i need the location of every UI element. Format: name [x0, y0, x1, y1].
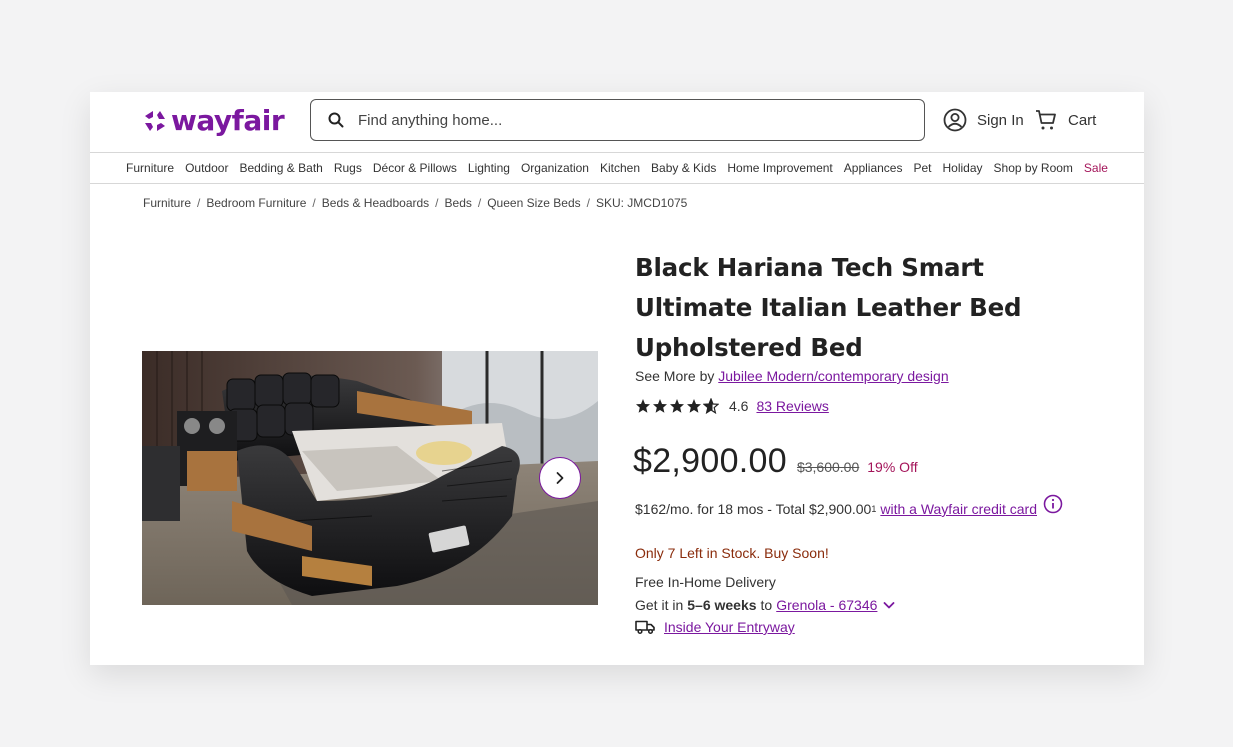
- get-it-to: to: [760, 597, 773, 613]
- nav-item-lighting[interactable]: Lighting: [468, 161, 510, 175]
- nav-item-sale[interactable]: Sale: [1084, 161, 1108, 175]
- search-icon: [328, 112, 344, 128]
- truck-icon: [635, 620, 655, 635]
- cart-icon: [1036, 110, 1056, 130]
- nav-item-appliances[interactable]: Appliances: [844, 161, 903, 175]
- chevron-down-icon[interactable]: [881, 597, 897, 613]
- see-more-by: See More by Jubilee Modern/contemporary …: [635, 368, 949, 384]
- bed-photo: [142, 351, 598, 605]
- star-icon: [636, 399, 650, 413]
- finance-text: $162/mo. for 18 mos - Total $2,900.00: [635, 501, 872, 517]
- nav-item-rugs[interactable]: Rugs: [334, 161, 362, 175]
- get-it-prefix: Get it in: [635, 597, 684, 613]
- breadcrumb-beds[interactable]: Beds: [445, 196, 472, 210]
- star-icon: [653, 399, 667, 413]
- product-page: wayfair Sign In Cart: [90, 92, 1144, 665]
- rating-value: 4.6: [729, 398, 749, 414]
- nav-item-shop-by-room[interactable]: Shop by Room: [994, 161, 1073, 175]
- reviews-link[interactable]: 83 Reviews: [756, 398, 828, 414]
- stock-warning: Only 7 Left in Stock. Buy Soon!: [635, 545, 829, 561]
- product-image[interactable]: [142, 351, 598, 605]
- nav-item-baby-kids[interactable]: Baby & Kids: [651, 161, 716, 175]
- breadcrumb-separator: /: [477, 196, 482, 210]
- breadcrumb-separator: /: [586, 196, 590, 210]
- nav-item-decor-pillows[interactable]: Décor & Pillows: [373, 161, 457, 175]
- see-more-prefix: See More by: [635, 368, 715, 384]
- star-icon: [687, 399, 701, 413]
- entryway-link[interactable]: Inside Your Entryway: [664, 619, 795, 635]
- next-image-button[interactable]: [539, 457, 581, 499]
- breadcrumb-sku: SKU: JMCD1075: [595, 196, 688, 210]
- star-icon: [670, 399, 684, 413]
- price-row: $2,900.00 $3,600.00 19% Off: [633, 442, 918, 481]
- nav-item-holiday[interactable]: Holiday: [943, 161, 983, 175]
- nav-item-outdoor[interactable]: Outdoor: [185, 161, 228, 175]
- delivery-weeks: 5–6 weeks: [687, 597, 757, 613]
- breadcrumb-separator: /: [435, 196, 439, 210]
- sign-in-label: Sign In: [977, 111, 1024, 129]
- rating-row: 4.6 83 Reviews: [635, 398, 829, 414]
- logo-text: wayfair: [171, 104, 285, 137]
- cart-button[interactable]: Cart: [1034, 108, 1096, 132]
- breadcrumb-bedroom-furniture[interactable]: Bedroom Furniture: [206, 196, 306, 210]
- search-input[interactable]: [356, 110, 900, 130]
- wayfair-pinwheel-icon: [145, 110, 165, 131]
- nav-item-kitchen[interactable]: Kitchen: [600, 161, 640, 175]
- product-title: Black Hariana Tech Smart Ultimate Italia…: [635, 253, 1022, 362]
- delivery-estimate: Get it in 5–6 weeks to Grenola - 67346: [635, 597, 897, 613]
- site-header: wayfair Sign In Cart: [90, 92, 1144, 152]
- nav-item-bedding-bath[interactable]: Bedding & Bath: [239, 161, 322, 175]
- breadcrumb-separator: /: [312, 196, 316, 210]
- user-account-icon: [943, 108, 967, 132]
- sale-price: $2,900.00: [633, 442, 787, 480]
- nav-item-furniture[interactable]: Furniture: [126, 161, 174, 175]
- star-rating: [635, 398, 719, 414]
- delivery-option: Inside Your Entryway: [635, 619, 795, 635]
- delivery-label: Free In-Home Delivery: [635, 574, 776, 590]
- breadcrumb-furniture[interactable]: Furniture: [143, 196, 191, 210]
- category-nav: Furniture Outdoor Bedding & Bath Rugs Dé…: [90, 152, 1144, 184]
- breadcrumb: Furniture / Bedroom Furniture / Beds & H…: [143, 196, 687, 210]
- brand-link[interactable]: Jubilee Modern/contemporary design: [718, 368, 948, 384]
- breadcrumb-queen-size-beds[interactable]: Queen Size Beds: [487, 196, 580, 210]
- chevron-right-icon: [556, 472, 564, 484]
- nav-item-pet[interactable]: Pet: [913, 161, 931, 175]
- half-star-icon: [703, 398, 719, 414]
- nav-item-home-improvement[interactable]: Home Improvement: [727, 161, 832, 175]
- sign-in-button[interactable]: Sign In: [943, 108, 1024, 132]
- original-price: $3,600.00: [796, 459, 860, 475]
- location-link[interactable]: Grenola - 67346: [776, 597, 877, 613]
- nav-item-organization[interactable]: Organization: [521, 161, 589, 175]
- discount-badge: 19% Off: [867, 459, 918, 475]
- info-icon[interactable]: [1043, 494, 1063, 514]
- finance-footnote: 1: [871, 504, 877, 514]
- credit-card-link[interactable]: with a Wayfair credit card: [880, 501, 1037, 517]
- breadcrumb-separator: /: [197, 196, 201, 210]
- breadcrumb-beds-headboards[interactable]: Beds & Headboards: [322, 196, 429, 210]
- cart-label: Cart: [1068, 111, 1097, 129]
- financing-offer: $162/mo. for 18 mos - Total $2,900.00 1 …: [635, 494, 1063, 517]
- search-bar[interactable]: [310, 99, 925, 141]
- wayfair-logo[interactable]: wayfair: [143, 104, 285, 137]
